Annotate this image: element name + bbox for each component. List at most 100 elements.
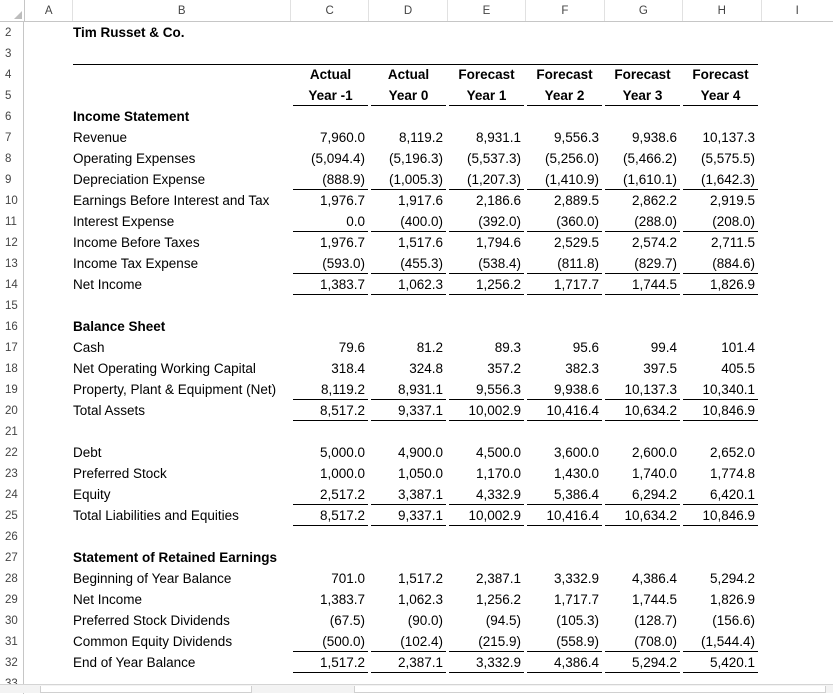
row-header[interactable]: 2: [0, 22, 24, 43]
value-cell[interactable]: 2,387.1: [371, 652, 446, 673]
row-header[interactable]: 18: [0, 358, 24, 379]
value-cell[interactable]: 10,846.9: [683, 505, 758, 526]
column-header-c[interactable]: C: [291, 0, 370, 21]
value-cell[interactable]: 5,386.4: [527, 484, 602, 505]
value-cell[interactable]: (829.7): [605, 253, 680, 274]
value-cell[interactable]: 2,889.5: [527, 190, 602, 211]
column-heading-cell[interactable]: Year -1: [293, 85, 368, 106]
value-cell[interactable]: (5,537.3): [449, 148, 524, 169]
value-cell[interactable]: (455.3): [371, 253, 446, 274]
row-label-cell[interactable]: Common Equity Dividends: [73, 631, 293, 652]
value-cell[interactable]: 1,517.6: [371, 232, 446, 253]
row-label-cell[interactable]: Equity: [73, 484, 293, 505]
section-title-cell[interactable]: Income Statement: [73, 106, 293, 127]
value-cell[interactable]: (392.0): [449, 211, 524, 232]
value-cell[interactable]: 2,574.2: [605, 232, 680, 253]
value-cell[interactable]: 2,186.6: [449, 190, 524, 211]
value-cell[interactable]: (102.4): [371, 631, 446, 652]
value-cell[interactable]: 101.4: [683, 337, 758, 358]
row-header[interactable]: 7: [0, 127, 24, 148]
row-label-cell[interactable]: Total Liabilities and Equities: [73, 505, 293, 526]
value-cell[interactable]: 1,062.3: [371, 274, 446, 295]
column-header-i[interactable]: I: [762, 0, 833, 21]
value-cell[interactable]: 3,332.9: [527, 568, 602, 589]
value-cell[interactable]: 89.3: [449, 337, 524, 358]
value-cell[interactable]: 1,256.2: [449, 274, 524, 295]
value-cell[interactable]: 7,960.0: [293, 127, 368, 148]
value-cell[interactable]: 701.0: [293, 568, 368, 589]
value-cell[interactable]: 10,002.9: [449, 400, 524, 421]
value-cell[interactable]: (811.8): [527, 253, 602, 274]
value-cell[interactable]: 8,931.1: [371, 379, 446, 400]
section-title-cell[interactable]: Statement of Retained Earnings: [73, 547, 293, 568]
row-header[interactable]: 3: [0, 43, 24, 64]
row-header[interactable]: 19: [0, 379, 24, 400]
row-header[interactable]: 26: [0, 526, 24, 547]
value-cell[interactable]: 8,517.2: [293, 505, 368, 526]
row-label-cell[interactable]: Property, Plant & Equipment (Net): [73, 379, 293, 400]
value-cell[interactable]: (1,005.3): [371, 169, 446, 190]
row-header[interactable]: 30: [0, 610, 24, 631]
value-cell[interactable]: 4,500.0: [449, 442, 524, 463]
row-header[interactable]: 6: [0, 106, 24, 127]
column-heading-cell[interactable]: Year 2: [527, 85, 602, 106]
row-header[interactable]: 29: [0, 589, 24, 610]
value-cell[interactable]: (5,575.5): [683, 148, 758, 169]
value-cell[interactable]: 3,600.0: [527, 442, 602, 463]
value-cell[interactable]: 10,416.4: [527, 400, 602, 421]
row-header[interactable]: 17: [0, 337, 24, 358]
row-label-cell[interactable]: Operating Expenses: [73, 148, 293, 169]
value-cell[interactable]: 1,794.6: [449, 232, 524, 253]
row-header[interactable]: 25: [0, 505, 24, 526]
value-cell[interactable]: 8,517.2: [293, 400, 368, 421]
value-cell[interactable]: (208.0): [683, 211, 758, 232]
value-cell[interactable]: (67.5): [293, 610, 368, 631]
value-cell[interactable]: 9,337.1: [371, 505, 446, 526]
value-cell[interactable]: 2,529.5: [527, 232, 602, 253]
row-label-cell[interactable]: Net Income: [73, 589, 293, 610]
value-cell[interactable]: 5,294.2: [683, 568, 758, 589]
value-cell[interactable]: (128.7): [605, 610, 680, 631]
value-cell[interactable]: 10,634.2: [605, 400, 680, 421]
row-header[interactable]: 8: [0, 148, 24, 169]
value-cell[interactable]: 1,517.2: [293, 652, 368, 673]
value-cell[interactable]: 382.3: [527, 358, 602, 379]
column-header-a[interactable]: A: [25, 0, 74, 21]
row-label-cell[interactable]: Cash: [73, 337, 293, 358]
value-cell[interactable]: 1,976.7: [293, 232, 368, 253]
value-cell[interactable]: 1,774.8: [683, 463, 758, 484]
value-cell[interactable]: 2,517.2: [293, 484, 368, 505]
value-cell[interactable]: 9,337.1: [371, 400, 446, 421]
value-cell[interactable]: (708.0): [605, 631, 680, 652]
row-header[interactable]: 9: [0, 169, 24, 190]
row-label-cell[interactable]: Earnings Before Interest and Tax: [73, 190, 293, 211]
column-heading-cell[interactable]: Year 0: [371, 85, 446, 106]
row-header[interactable]: 10: [0, 190, 24, 211]
value-cell[interactable]: 95.6: [527, 337, 602, 358]
value-cell[interactable]: 9,938.6: [527, 379, 602, 400]
value-cell[interactable]: 1,383.7: [293, 274, 368, 295]
value-cell[interactable]: (538.4): [449, 253, 524, 274]
column-header-g[interactable]: G: [605, 0, 684, 21]
column-heading-cell[interactable]: Forecast: [605, 64, 680, 85]
value-cell[interactable]: 10,416.4: [527, 505, 602, 526]
value-cell[interactable]: 1,256.2: [449, 589, 524, 610]
value-cell[interactable]: 4,386.4: [527, 652, 602, 673]
column-heading-cell[interactable]: Year 4: [683, 85, 758, 106]
row-label-cell[interactable]: Interest Expense: [73, 211, 293, 232]
row-header[interactable]: 21: [0, 421, 24, 442]
value-cell[interactable]: 1,062.3: [371, 589, 446, 610]
row-header[interactable]: 23: [0, 463, 24, 484]
value-cell[interactable]: 4,900.0: [371, 442, 446, 463]
value-cell[interactable]: 1,050.0: [371, 463, 446, 484]
column-header-e[interactable]: E: [448, 0, 527, 21]
value-cell[interactable]: 2,919.5: [683, 190, 758, 211]
value-cell[interactable]: 10,137.3: [605, 379, 680, 400]
value-cell[interactable]: 10,634.2: [605, 505, 680, 526]
value-cell[interactable]: (1,642.3): [683, 169, 758, 190]
value-cell[interactable]: 10,002.9: [449, 505, 524, 526]
value-cell[interactable]: 4,332.9: [449, 484, 524, 505]
value-cell[interactable]: (1,410.9): [527, 169, 602, 190]
value-cell[interactable]: 6,420.1: [683, 484, 758, 505]
row-header[interactable]: 5: [0, 85, 24, 106]
